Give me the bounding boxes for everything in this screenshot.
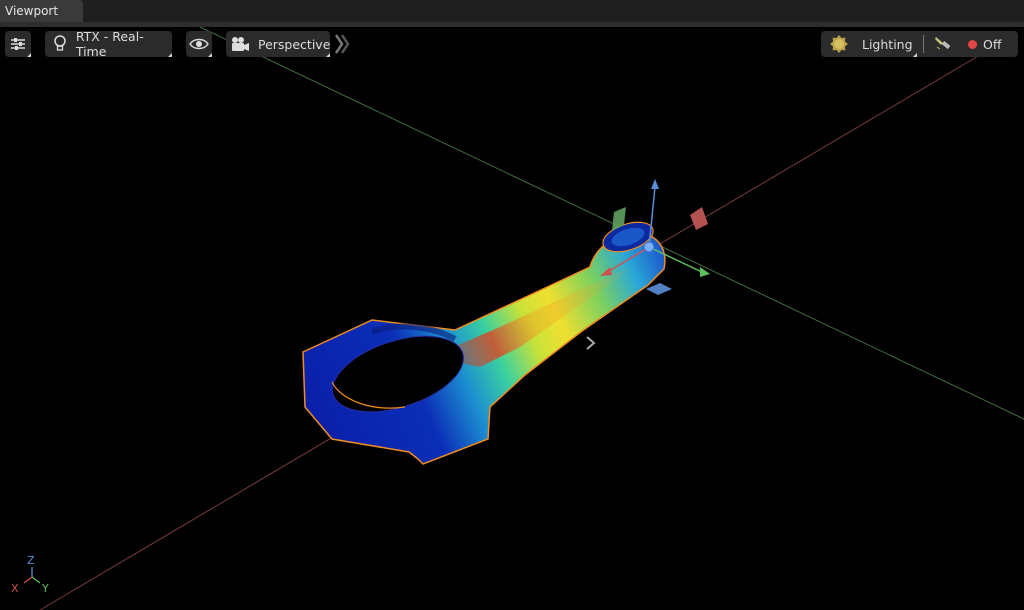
double-chevron-right-icon[interactable]	[334, 33, 350, 55]
sliders-icon	[9, 36, 27, 52]
tab-bar: Viewport	[0, 0, 1024, 22]
connecting-rod-model[interactable]	[302, 217, 666, 465]
axis-x-label: X	[11, 582, 19, 595]
cursor-chevron-icon	[586, 336, 596, 350]
record-label: Off	[983, 36, 1002, 52]
eye-icon	[189, 37, 209, 51]
viewport-tab[interactable]: Viewport	[0, 0, 83, 22]
record-toggle[interactable]: Off	[968, 37, 1001, 52]
renderer-label: RTX - Real-Time	[75, 29, 144, 59]
camera-label: Perspective	[258, 36, 331, 52]
toolbar-divider	[923, 35, 924, 53]
sun-icon	[829, 34, 849, 54]
lighting-label: Lighting	[862, 36, 913, 52]
renderer-dropdown[interactable]: RTX - Real-Time	[45, 29, 172, 59]
lightbulb-icon	[52, 35, 68, 53]
lighting-toolbar: Lighting Off	[821, 31, 1018, 57]
scene-view[interactable]	[0, 27, 1024, 610]
movie-camera-icon	[230, 36, 250, 52]
flashlight-icon[interactable]	[934, 35, 954, 53]
viewport-canvas[interactable]	[0, 27, 1024, 610]
lighting-dropdown[interactable]: Lighting	[821, 31, 917, 57]
visibility-button[interactable]	[186, 31, 212, 57]
record-dot-icon	[968, 39, 977, 49]
settings-button[interactable]	[5, 31, 31, 57]
axis-y-label: Y	[42, 582, 49, 595]
camera-dropdown[interactable]: Perspective	[226, 31, 330, 57]
axis-z-label: Z	[27, 554, 35, 567]
axes-orientation-widget: Z X Y	[8, 553, 54, 599]
